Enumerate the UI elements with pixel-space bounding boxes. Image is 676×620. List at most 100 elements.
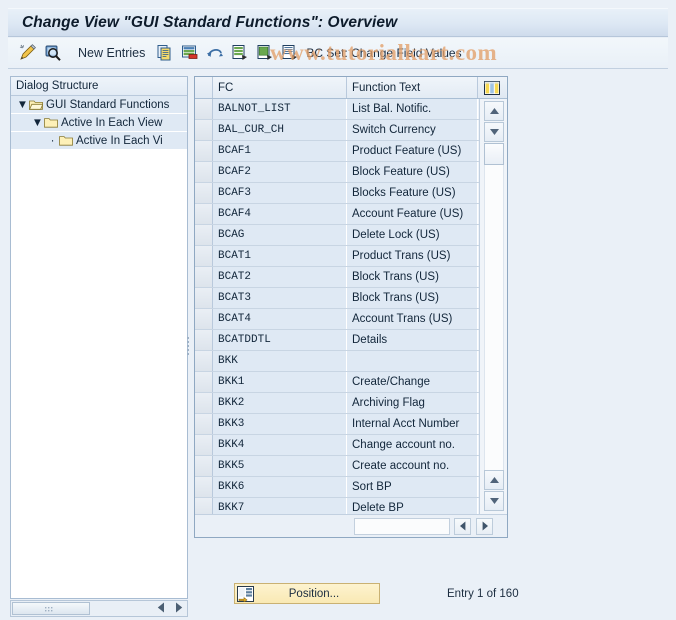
- row-select-cell[interactable]: [195, 309, 213, 329]
- bc-set-icon[interactable]: [278, 41, 302, 65]
- cell-fc[interactable]: BALNOT_LIST: [213, 99, 347, 119]
- row-select-cell[interactable]: [195, 99, 213, 119]
- cell-fc[interactable]: BCAT1: [213, 246, 347, 266]
- new-entries-button[interactable]: New Entries: [74, 46, 153, 60]
- row-select-cell[interactable]: [195, 477, 213, 497]
- cell-function-text[interactable]: [347, 351, 478, 371]
- table-row[interactable]: BKK2 Archiving Flag: [195, 393, 507, 414]
- table-row[interactable]: BCATDDTL Details: [195, 330, 507, 351]
- row-select-cell[interactable]: [195, 456, 213, 476]
- cell-function-text[interactable]: Internal Acct Number: [347, 414, 478, 434]
- tree-item-active-in-each-vi[interactable]: · Active In Each Vi: [11, 132, 187, 150]
- cell-fc[interactable]: BCATDDTL: [213, 330, 347, 350]
- horizontal-scroll-track[interactable]: [354, 517, 450, 535]
- cell-function-text[interactable]: Delete Lock (US): [347, 225, 478, 245]
- cell-function-text[interactable]: Sort BP: [347, 477, 478, 497]
- cell-fc[interactable]: BCAF1: [213, 141, 347, 161]
- table-settings-icon[interactable]: [478, 77, 506, 98]
- cell-function-text[interactable]: Switch Currency: [347, 120, 478, 140]
- scroll-left-icon[interactable]: [157, 602, 166, 616]
- position-button[interactable]: Position...: [234, 583, 380, 604]
- cell-fc[interactable]: BKK4: [213, 435, 347, 455]
- table-row[interactable]: BCAF2 Block Feature (US): [195, 162, 507, 183]
- table-row[interactable]: BKK5 Create account no.: [195, 456, 507, 477]
- panel-splitter-handle[interactable]: [186, 335, 190, 359]
- scroll-right-icon[interactable]: [174, 602, 183, 616]
- table-row[interactable]: BAL_CUR_CH Switch Currency: [195, 120, 507, 141]
- cell-function-text[interactable]: Change account no.: [347, 435, 478, 455]
- row-select-cell[interactable]: [195, 498, 213, 514]
- row-select-cell[interactable]: [195, 267, 213, 287]
- cell-function-text[interactable]: Block Trans (US): [347, 267, 478, 287]
- chevron-down-icon[interactable]: ▼: [31, 117, 44, 129]
- table-row[interactable]: BKK1 Create/Change: [195, 372, 507, 393]
- scrollbar-track[interactable]: [484, 165, 504, 470]
- display-change-icon[interactable]: [16, 41, 40, 65]
- row-select-cell[interactable]: [195, 183, 213, 203]
- select-all-column-header[interactable]: [195, 77, 213, 98]
- cell-fc[interactable]: BKK7: [213, 498, 347, 514]
- row-select-cell[interactable]: [195, 141, 213, 161]
- chevron-down-icon[interactable]: ▼: [16, 99, 29, 111]
- row-select-cell[interactable]: [195, 372, 213, 392]
- bc-set-label[interactable]: BC Set: Change Field Values: [303, 46, 461, 60]
- table-row[interactable]: BCAF4 Account Feature (US): [195, 204, 507, 225]
- cell-fc[interactable]: BKK2: [213, 393, 347, 413]
- cell-fc[interactable]: BKK3: [213, 414, 347, 434]
- scrollbar-thumb[interactable]: [484, 143, 504, 165]
- row-select-cell[interactable]: [195, 246, 213, 266]
- cell-fc[interactable]: BAL_CUR_CH: [213, 120, 347, 140]
- scroll-page-down-icon[interactable]: [484, 491, 504, 511]
- cell-fc[interactable]: BKK1: [213, 372, 347, 392]
- copy-as-icon[interactable]: [153, 41, 177, 65]
- table-row[interactable]: BKK7 Delete BP: [195, 498, 507, 514]
- table-row[interactable]: BALNOT_LIST List Bal. Notific.: [195, 99, 507, 120]
- cell-function-text[interactable]: Delete BP: [347, 498, 478, 514]
- row-select-cell[interactable]: [195, 225, 213, 245]
- sidebar-scrollbar-thumb[interactable]: [12, 602, 90, 615]
- table-row[interactable]: BKK4 Change account no.: [195, 435, 507, 456]
- row-select-cell[interactable]: [195, 435, 213, 455]
- cell-fc[interactable]: BKK6: [213, 477, 347, 497]
- table-vertical-scrollbar[interactable]: [479, 99, 507, 514]
- cell-function-text[interactable]: Account Feature (US): [347, 204, 478, 224]
- tree-item-gui-standard-functions[interactable]: ▼ GUI Standard Functions: [11, 96, 187, 114]
- cell-fc[interactable]: BCAG: [213, 225, 347, 245]
- cell-fc[interactable]: BKK: [213, 351, 347, 371]
- row-select-cell[interactable]: [195, 330, 213, 350]
- delete-row-icon[interactable]: [178, 41, 202, 65]
- row-select-cell[interactable]: [195, 288, 213, 308]
- cell-fc[interactable]: BKK5: [213, 456, 347, 476]
- deselect-all-icon[interactable]: [253, 41, 277, 65]
- cell-function-text[interactable]: List Bal. Notific.: [347, 99, 478, 119]
- table-row[interactable]: BKK6 Sort BP: [195, 477, 507, 498]
- scroll-down-icon[interactable]: [484, 122, 504, 142]
- cell-function-text[interactable]: Details: [347, 330, 478, 350]
- column-header-fc[interactable]: FC: [213, 77, 347, 98]
- tree-item-active-in-each-view[interactable]: ▼ Active In Each View: [11, 114, 187, 132]
- cell-fc[interactable]: BCAF4: [213, 204, 347, 224]
- cell-function-text[interactable]: Product Trans (US): [347, 246, 478, 266]
- table-row[interactable]: BCAT2 Block Trans (US): [195, 267, 507, 288]
- row-select-cell[interactable]: [195, 351, 213, 371]
- table-row[interactable]: BCAT4 Account Trans (US): [195, 309, 507, 330]
- cell-function-text[interactable]: Blocks Feature (US): [347, 183, 478, 203]
- table-row[interactable]: BKK3 Internal Acct Number: [195, 414, 507, 435]
- column-header-function-text[interactable]: Function Text: [347, 77, 478, 98]
- cell-fc[interactable]: BCAT2: [213, 267, 347, 287]
- cell-fc[interactable]: BCAF2: [213, 162, 347, 182]
- scroll-right-icon[interactable]: [476, 517, 493, 535]
- select-all-icon[interactable]: [228, 41, 252, 65]
- table-row[interactable]: BCAG Delete Lock (US): [195, 225, 507, 246]
- table-row[interactable]: BCAT3 Block Trans (US): [195, 288, 507, 309]
- cell-function-text[interactable]: Account Trans (US): [347, 309, 478, 329]
- scroll-page-up-icon[interactable]: [484, 470, 504, 490]
- cell-fc[interactable]: BCAF3: [213, 183, 347, 203]
- sidebar-scroll-arrows[interactable]: [157, 602, 187, 616]
- scroll-left-icon[interactable]: [454, 517, 471, 535]
- row-select-cell[interactable]: [195, 393, 213, 413]
- undo-icon[interactable]: [203, 41, 227, 65]
- cell-function-text[interactable]: Create/Change: [347, 372, 478, 392]
- cell-fc[interactable]: BCAT4: [213, 309, 347, 329]
- table-row[interactable]: BKK: [195, 351, 507, 372]
